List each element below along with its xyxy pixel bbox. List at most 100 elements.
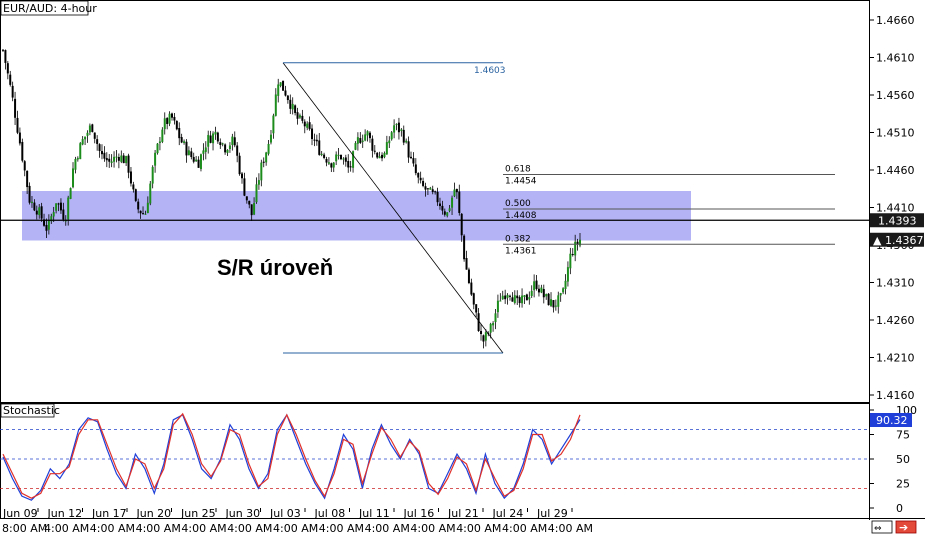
candle-body xyxy=(241,173,244,179)
candle-body xyxy=(376,152,379,158)
candle-body xyxy=(417,172,420,178)
candle-body xyxy=(137,201,140,210)
time-label: 4:00 AM xyxy=(181,522,226,535)
candle-body xyxy=(339,154,342,160)
candle-body xyxy=(21,141,24,161)
candle-body xyxy=(559,293,562,296)
date-label: Jul 29 xyxy=(536,507,568,520)
candle-body xyxy=(410,156,413,159)
candle-body xyxy=(566,267,569,282)
stoch-tick-label: 75 xyxy=(896,429,910,442)
time-label: 4:00 AM xyxy=(44,522,89,535)
candle-body xyxy=(484,332,487,341)
candle-body xyxy=(139,210,142,214)
price-tick-label: 1.4610 xyxy=(876,52,915,65)
candle-body xyxy=(81,139,84,145)
candle-body xyxy=(98,144,101,152)
candle-body xyxy=(407,141,410,158)
candle-body xyxy=(231,136,234,145)
candle-body xyxy=(434,191,437,193)
candle-body xyxy=(69,188,72,199)
candle-body xyxy=(511,297,514,302)
candle-body xyxy=(472,293,475,305)
candle-body xyxy=(431,189,434,193)
candle-body xyxy=(325,158,328,163)
candle-body xyxy=(265,152,268,163)
price-tick-label: 1.4560 xyxy=(876,89,915,102)
candle-body xyxy=(397,122,400,133)
candle-body xyxy=(470,282,473,295)
candle-body xyxy=(248,200,251,205)
price-tick-label: 1.4510 xyxy=(876,127,915,140)
candle-body xyxy=(301,115,304,121)
candle-body xyxy=(279,82,282,86)
candle-body xyxy=(463,235,466,260)
candle-body xyxy=(298,115,301,118)
candle-body xyxy=(400,129,403,131)
candle-body xyxy=(30,201,33,203)
candle-body xyxy=(359,138,362,143)
candle-body xyxy=(332,162,335,168)
candle-body xyxy=(475,304,478,313)
candle-body xyxy=(33,202,36,211)
candle-body xyxy=(545,294,548,297)
candle-body xyxy=(378,156,381,159)
candle-body xyxy=(214,131,217,135)
candle-body xyxy=(170,113,173,118)
candle-body xyxy=(552,300,555,308)
candle-body xyxy=(84,136,87,140)
candle-body xyxy=(93,132,96,139)
candle-body xyxy=(465,258,468,270)
candle-body xyxy=(113,156,116,162)
candle-body xyxy=(74,158,77,170)
candle-body xyxy=(149,183,152,204)
candle-body xyxy=(115,156,118,158)
stoch-title: Stochastic xyxy=(3,404,60,417)
time-label: 8:00 AM xyxy=(2,522,47,535)
candle-body xyxy=(154,152,157,166)
candle-body xyxy=(96,139,99,144)
candle-body xyxy=(550,299,553,306)
candle-body xyxy=(28,185,31,203)
candle-body xyxy=(197,159,200,168)
candle-body xyxy=(460,213,463,236)
candle-body xyxy=(289,99,292,109)
candle-body xyxy=(402,129,405,143)
price-tick-label: 1.4460 xyxy=(876,164,915,177)
candle-body xyxy=(238,155,241,175)
candle-body xyxy=(100,151,103,155)
date-label: Jul 03 xyxy=(269,507,301,520)
candle-body xyxy=(303,121,306,127)
candle-body xyxy=(528,297,531,300)
candle-body xyxy=(504,295,507,300)
candle-body xyxy=(308,122,311,130)
candle-body xyxy=(14,98,17,118)
candle-body xyxy=(52,212,55,217)
candle-body xyxy=(405,140,408,143)
candle-body xyxy=(129,171,132,184)
candle-body xyxy=(569,253,572,269)
candle-body xyxy=(134,189,137,201)
candle-body xyxy=(11,85,14,98)
date-label: Jul 21 xyxy=(447,507,479,520)
candle-body xyxy=(482,335,485,342)
candle-body xyxy=(414,164,417,174)
candle-body xyxy=(313,139,316,141)
candle-body xyxy=(221,143,224,145)
candle-body xyxy=(284,90,287,96)
candle-body xyxy=(267,143,270,154)
candle-body xyxy=(571,254,574,256)
candle-body xyxy=(564,280,567,289)
date-label: Jul 08 xyxy=(314,507,346,520)
candle-body xyxy=(168,113,171,124)
price-tick-label: 1.4410 xyxy=(876,202,915,215)
candle-body xyxy=(16,117,19,133)
candle-body xyxy=(108,158,111,162)
candle-body xyxy=(388,140,391,144)
candle-body xyxy=(175,120,178,130)
candle-body xyxy=(127,155,130,173)
candle-body xyxy=(557,295,560,307)
candle-body xyxy=(395,123,398,125)
candle-body xyxy=(260,162,263,181)
candle-body xyxy=(253,203,256,215)
